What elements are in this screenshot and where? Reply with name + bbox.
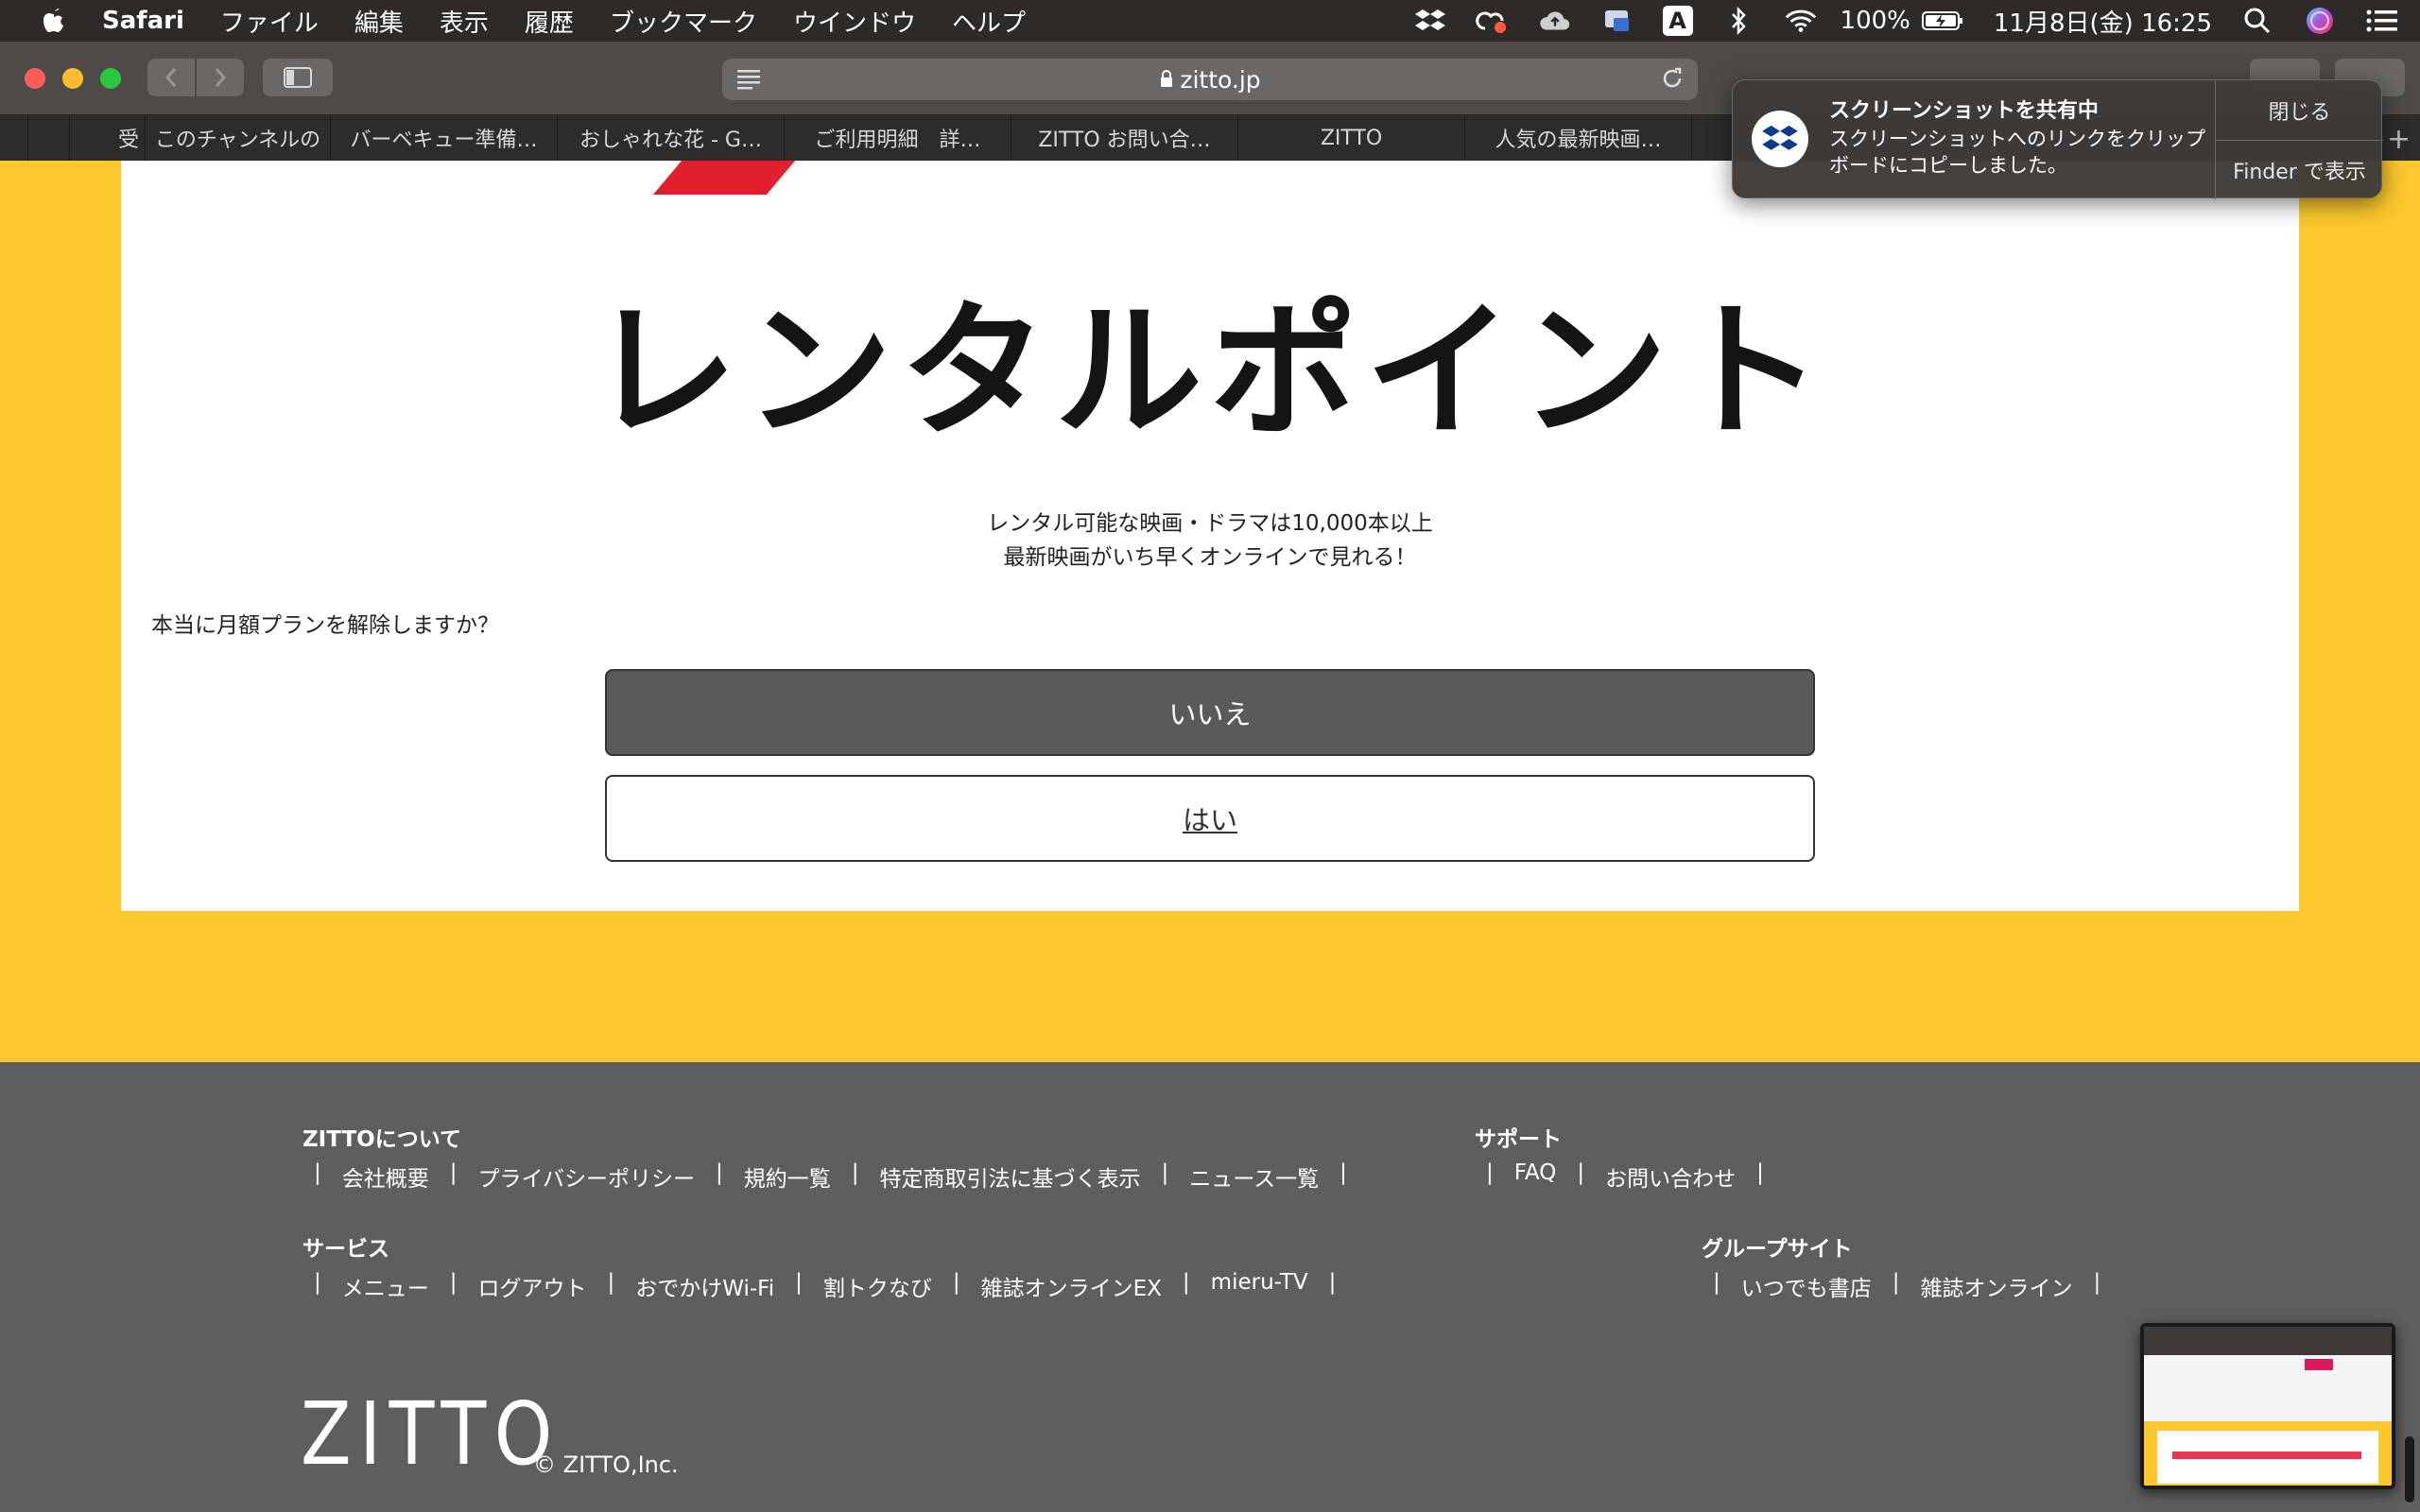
footer-about: ZITTOについて | 会社概要 | プライバシーポリシー | 規約一覧 | 特定商取… [302, 1121, 1368, 1193]
footer-link-logout[interactable]: ログアウト [478, 1270, 587, 1302]
battery-percentage: 100% [1840, 7, 1910, 35]
reload-icon[interactable] [1660, 66, 1685, 96]
menu-history[interactable]: 履歴 [525, 4, 574, 39]
dropbox-icon[interactable] [1413, 7, 1447, 35]
notification-body: スクリーンショットへのリンクをクリップボードにコピーしました。 [1829, 128, 2205, 177]
vpn-icon[interactable] [1600, 7, 1634, 35]
tab-4[interactable]: おしゃれな花 - G… [558, 115, 785, 161]
footer-support-title: サポート [1475, 1127, 1562, 1152]
wifi-icon[interactable] [1784, 7, 1818, 35]
description-line-2: 最新映画がいち早くオンラインで見れる！ [1003, 545, 1417, 570]
tab-2[interactable]: このチャンネルの [146, 115, 331, 161]
back-button[interactable] [147, 59, 195, 96]
footer-support: サポート | FAQ | お問い合わせ | [1475, 1121, 1785, 1193]
web-page: レンタルポイント レンタル可能な映画・ドラマは10,000本以上 最新映画がいち… [0, 161, 2420, 1512]
tab-8[interactable]: 人気の最新映画… [1465, 115, 1692, 161]
hero-title: レンタルポイント [590, 285, 1830, 457]
fullscreen-window-button[interactable] [100, 68, 121, 89]
tab-5[interactable]: ご利用明細 詳… [785, 115, 1011, 161]
decorative-stripe [652, 161, 796, 195]
footer-link-magazine-ex[interactable]: 雑誌オンラインEX [981, 1270, 1162, 1302]
description: レンタル可能な映画・ドラマは10,000本以上 最新映画がいち早くオンラインで見… [121, 507, 2299, 575]
screenshot-thumbnail[interactable] [2140, 1323, 2395, 1489]
dropbox-icon [1752, 111, 1808, 167]
sidebar-icon [284, 67, 312, 88]
footer-about-title: ZITTOについて [302, 1127, 462, 1152]
close-window-button[interactable] [25, 68, 45, 89]
menu-edit[interactable]: 編集 [354, 4, 404, 39]
tab-1[interactable]: 受 [70, 115, 146, 161]
footer-group-sites: グループサイト | いつでも書店 | 雑誌オンライン | [1702, 1230, 2121, 1302]
minimize-window-button[interactable] [62, 68, 83, 89]
notification-finder-button[interactable]: Finder で表示 [2216, 140, 2383, 199]
new-tab-icon[interactable]: + [2387, 123, 2411, 156]
footer-link-magazine[interactable]: 雑誌オンライン [1921, 1270, 2073, 1302]
chevron-left-icon [164, 68, 177, 87]
footer-link-terms[interactable]: 規約一覧 [744, 1160, 831, 1193]
battery-icon[interactable] [1920, 7, 1965, 35]
notification-title: スクリーンショットを共有中 [1829, 99, 2099, 123]
clock[interactable]: 11月8日(金) 16:25 [1994, 4, 2212, 39]
footer-link-waritoku[interactable]: 割トクなび [823, 1270, 932, 1302]
yes-button[interactable]: はい [605, 775, 1815, 862]
input-source-indicator[interactable]: A [1662, 6, 1693, 36]
notification-center-icon[interactable] [2365, 7, 2399, 35]
zitto-logo[interactable]: ZITTO [301, 1383, 561, 1485]
menu-window[interactable]: ウインドウ [793, 4, 916, 39]
reader-icon[interactable] [735, 66, 762, 96]
footer-link-news[interactable]: ニュース一覧 [1189, 1160, 1319, 1193]
bluetooth-icon[interactable] [1721, 7, 1755, 35]
content-card: レンタルポイント レンタル可能な映画・ドラマは10,000本以上 最新映画がいち… [121, 161, 2299, 911]
menu-file[interactable]: ファイル [220, 4, 319, 39]
menu-help[interactable]: ヘルプ [952, 4, 1026, 39]
footer-link-company[interactable]: 会社概要 [342, 1160, 429, 1193]
description-line-1: レンタル可能な映画・ドラマは10,000本以上 [987, 511, 1433, 536]
scrollbar[interactable] [2405, 1436, 2414, 1503]
site-footer: ZITTOについて | 会社概要 | プライバシーポリシー | 規約一覧 | 特定商取… [0, 1062, 2420, 1512]
siri-icon[interactable] [2303, 7, 2337, 35]
footer-group-title: グループサイト [1702, 1237, 1853, 1262]
footer-services: サービス | メニュー | ログアウト | おでかけWi-Fi | 割トクなび | 雑誌… [302, 1230, 1357, 1302]
menu-view[interactable]: 表示 [440, 4, 489, 39]
footer-link-commerce-law[interactable]: 特定商取引法に基づく表示 [880, 1160, 1141, 1193]
chevron-right-icon [215, 68, 227, 87]
footer-link-menu[interactable]: メニュー [342, 1270, 429, 1302]
footer-link-bookstore[interactable]: いつでも書店 [1741, 1270, 1872, 1302]
tab-7-active[interactable]: ZITTO [1238, 115, 1465, 161]
tab-3[interactable]: バーベキュー準備… [331, 115, 558, 161]
notification-close-button[interactable]: 閉じる [2216, 80, 2383, 140]
footer-link-wifi[interactable]: おでかけWi-Fi [635, 1270, 774, 1302]
url-text: zitto.jp [1180, 65, 1261, 94]
apple-icon[interactable] [38, 5, 70, 37]
search-icon[interactable] [2240, 7, 2274, 35]
tab-6[interactable]: ZITTO お問い合… [1011, 115, 1238, 161]
lock-icon [1159, 66, 1174, 94]
menu-bookmarks[interactable]: ブックマーク [610, 4, 757, 39]
footer-link-mieru-tv[interactable]: mieru-TV [1211, 1270, 1308, 1302]
notification-actions: 閉じる Finder で表示 [2215, 80, 2383, 199]
footer-link-faq[interactable]: FAQ [1514, 1160, 1557, 1193]
address-bar[interactable]: zitto.jp [722, 59, 1698, 100]
copyright: © ZITTO,Inc. [533, 1452, 679, 1478]
tab-pinned-2[interactable] [28, 115, 70, 161]
forward-button[interactable] [197, 59, 244, 96]
no-button[interactable]: いいえ [605, 669, 1815, 756]
sidebar-toggle-button[interactable] [263, 59, 333, 96]
cancel-question: 本当に月額プランを解除しますか？ [151, 613, 499, 638]
creative-cloud-icon[interactable] [1475, 7, 1510, 35]
cloud-upload-icon[interactable] [1538, 7, 1572, 35]
footer-services-title: サービス [302, 1237, 389, 1262]
menu-bar: Safari ファイル 編集 表示 履歴 ブックマーク ウインドウ ヘルプ A … [0, 0, 2420, 42]
footer-link-privacy[interactable]: プライバシーポリシー [478, 1160, 696, 1193]
footer-link-contact[interactable]: お問い合わせ [1605, 1160, 1736, 1193]
menu-app-safari[interactable]: Safari [102, 7, 184, 35]
dropbox-notification: スクリーンショットを共有中 スクリーンショットへのリンクをクリップボードにコピー… [1732, 79, 2383, 199]
tab-pinned[interactable] [0, 115, 28, 161]
